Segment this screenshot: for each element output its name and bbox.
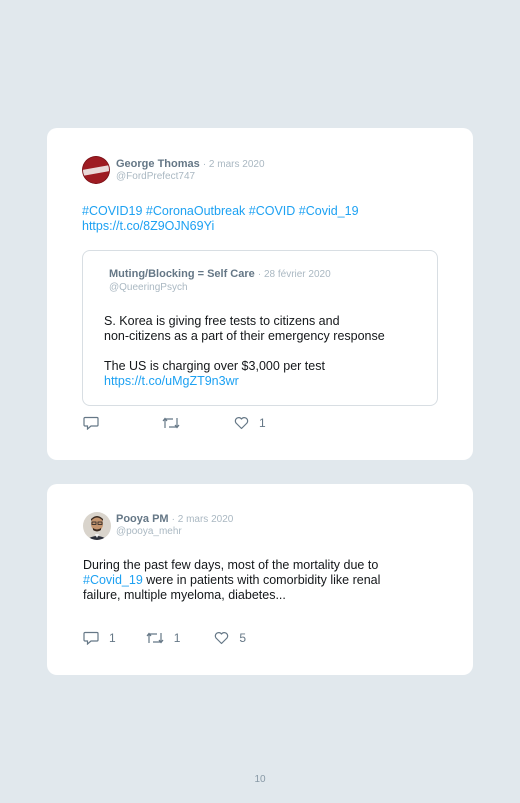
tweet-line: #Covid_19 were in patients with comorbid… [83, 573, 380, 588]
tweet-date[interactable]: · 2 mars 2020 [203, 159, 265, 170]
author-name[interactable]: Pooya PM [116, 513, 169, 525]
quoted-author-name[interactable]: Muting/Blocking = Self Care [109, 268, 255, 280]
retweet-button[interactable] [162, 416, 190, 430]
tweet-line: During the past few days, most of the mo… [83, 558, 379, 572]
like-count: 1 [259, 416, 266, 430]
tweet-text: #COVID19 #CoronaOutbreak #COVID #Covid_1… [82, 204, 359, 234]
tweet-actions: 1 [83, 416, 294, 430]
hashtags[interactable]: #COVID19 #CoronaOutbreak #COVID #Covid_1… [82, 204, 359, 219]
tweet-card[interactable]: Pooya PM · 2 mars 2020 @pooya_mehr Durin… [47, 484, 473, 675]
quoted-author-line: Muting/Blocking = Self Care · 28 février… [109, 268, 331, 280]
like-icon [234, 417, 249, 430]
quoted-line: non-citizens as a part of their emergenc… [104, 329, 385, 343]
tweet-card[interactable]: George Thomas · 2 mars 2020 @FordPrefect… [47, 128, 473, 460]
like-button[interactable]: 5 [214, 631, 246, 645]
retweet-button[interactable]: 1 [146, 631, 181, 645]
tweet-text: During the past few days, most of the mo… [83, 558, 380, 603]
retweet-icon [162, 417, 180, 429]
reply-icon [83, 631, 99, 645]
quoted-tweet[interactable]: Muting/Blocking = Self Care · 28 février… [82, 250, 438, 406]
author-line: Pooya PM · 2 mars 2020 [116, 513, 233, 525]
avatar[interactable] [82, 156, 110, 184]
tweet-line-rest: were in patients with comorbidity like r… [142, 573, 381, 587]
quoted-line: S. Korea is giving free tests to citizen… [104, 314, 340, 328]
quoted-handle[interactable]: @QueeringPsych [109, 282, 188, 293]
quoted-link[interactable]: https://t.co/uMgZT9n3wr [104, 374, 385, 389]
reply-button[interactable] [83, 416, 109, 430]
quoted-text: S. Korea is giving free tests to citizen… [104, 314, 385, 389]
hashtag-link[interactable]: #Covid_19 [83, 573, 143, 587]
quoted-date[interactable]: · 28 février 2020 [258, 269, 331, 280]
avatar-man-photo-icon [83, 512, 111, 540]
retweet-icon [146, 632, 164, 644]
quoted-line: The US is charging over $3,000 per test [104, 359, 325, 373]
author-handle[interactable]: @FordPrefect747 [116, 171, 195, 182]
like-icon [215, 632, 229, 645]
tweet-actions: 1 1 5 [83, 631, 274, 645]
author-line: George Thomas · 2 mars 2020 [116, 158, 265, 170]
like-button[interactable]: 1 [234, 416, 266, 430]
tweet-date[interactable]: · 2 mars 2020 [172, 514, 234, 525]
tweet-line: failure, multiple myeloma, diabetes... [83, 588, 286, 602]
reply-button[interactable]: 1 [83, 631, 116, 645]
reply-count: 1 [109, 631, 116, 645]
avatar-red-badge-icon [82, 156, 110, 184]
avatar[interactable] [83, 512, 111, 540]
retweet-count: 1 [173, 631, 181, 645]
page-number: 10 [254, 774, 266, 785]
like-count: 5 [239, 631, 247, 645]
author-name[interactable]: George Thomas [116, 158, 200, 170]
tweet-link[interactable]: https://t.co/8Z9OJN69Yi [82, 219, 359, 234]
reply-icon [83, 416, 99, 430]
author-handle[interactable]: @pooya_mehr [116, 526, 182, 537]
